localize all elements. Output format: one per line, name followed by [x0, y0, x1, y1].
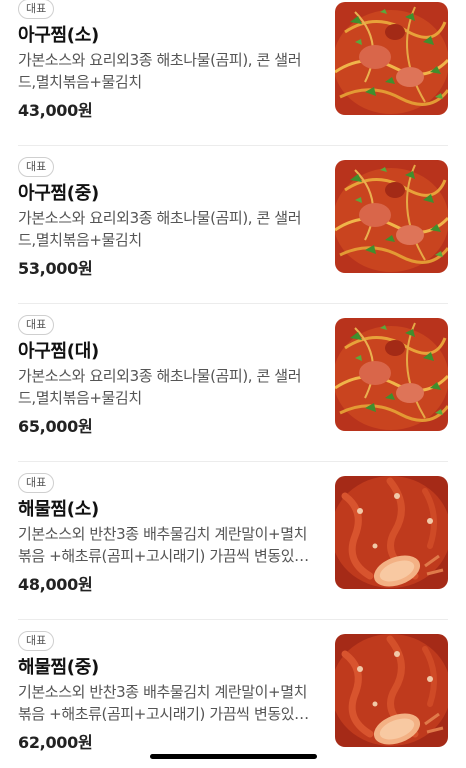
braised-monkfish-photo — [335, 160, 448, 273]
braised-seafood-photo — [335, 634, 448, 747]
menu-item[interactable]: 대표 해물찜(중) 기본소스외 반찬3종 배추물김치 계란말이+멸치볶음 +해초… — [18, 620, 448, 768]
menu-item-photo[interactable] — [335, 160, 448, 273]
menu-item-price: 62,000원 — [18, 733, 93, 752]
menu-item[interactable]: 대표 아구찜(중) 가본소스와 요리외3종 해초나물(곰피), 콘 샐러드,멸치… — [18, 146, 448, 304]
braised-seafood-photo — [335, 476, 448, 589]
menu-item-name: 아구찜(중) — [18, 183, 99, 204]
menu-item[interactable]: 대표 아구찜(소) 가본소스와 요리외3종 해초나물(곰피), 콘 샐러드,멸치… — [18, 0, 448, 146]
menu-item-description: 가본소스와 요리외3종 해초나물(곰피), 콘 샐러드,멸치볶음+물김치 — [18, 209, 302, 249]
menu-item-price: 65,000원 — [18, 417, 93, 436]
representative-badge: 대표 — [18, 473, 55, 493]
menu-item[interactable]: 대표 해물찜(소) 기본소스외 반찬3종 배추물김치 계란말이+멸치볶음 +해초… — [18, 462, 448, 620]
menu-item-name: 해물찜(소) — [18, 499, 99, 520]
menu-item-description: 가본소스와 요리외3종 해초나물(곰피), 콘 샐러드,멸치볶음+물김치 — [18, 51, 302, 91]
menu-item-photo[interactable] — [335, 634, 448, 747]
menu-item-price: 43,000원 — [18, 101, 93, 120]
representative-badge: 대표 — [18, 315, 55, 335]
braised-monkfish-photo — [335, 2, 448, 115]
menu-list: 대표 아구찜(소) 가본소스와 요리외3종 해초나물(곰피), 콘 샐러드,멸치… — [0, 0, 466, 768]
representative-badge: 대표 — [18, 0, 55, 19]
braised-monkfish-photo — [335, 318, 448, 431]
menu-item-description: 기본소스외 반찬3종 배추물김치 계란말이+멸치볶음 +해초류(곰피+고시래기)… — [18, 683, 309, 723]
representative-badge: 대표 — [18, 631, 55, 651]
menu-item-price: 53,000원 — [18, 259, 93, 278]
menu-item-description: 기본소스외 반찬3종 배추물김치 계란말이+멸치볶음 +해초류(곰피+고시래기)… — [18, 525, 309, 565]
menu-item-photo[interactable] — [335, 2, 448, 115]
menu-item-name: 아구찜(소) — [18, 25, 99, 46]
menu-item-description: 가본소스와 요리외3종 해초나물(곰피), 콘 샐러드,멸치볶음+물김치 — [18, 367, 302, 407]
menu-item-photo[interactable] — [335, 318, 448, 431]
menu-item-price: 48,000원 — [18, 575, 93, 594]
representative-badge: 대표 — [18, 157, 55, 177]
home-indicator[interactable] — [150, 754, 317, 759]
menu-item-name: 해물찜(중) — [18, 657, 99, 678]
menu-item[interactable]: 대표 아구찜(대) 가본소스와 요리외3종 해초나물(곰피), 콘 샐러드,멸치… — [18, 304, 448, 462]
menu-item-photo[interactable] — [335, 476, 448, 589]
menu-item-name: 아구찜(대) — [18, 341, 99, 362]
